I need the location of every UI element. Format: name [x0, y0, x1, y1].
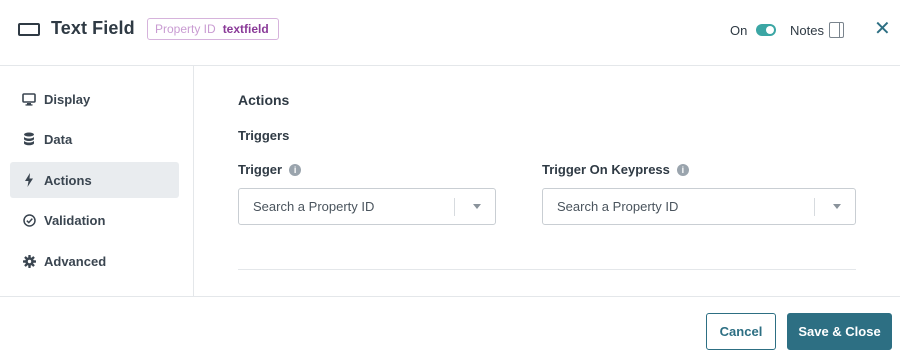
- info-icon[interactable]: i: [289, 163, 302, 176]
- lightning-icon: [22, 173, 36, 187]
- sidebar-item-validation[interactable]: Validation: [10, 202, 179, 238]
- section-title: Actions: [238, 92, 290, 108]
- select-divider: [814, 198, 815, 216]
- trigger-on-keypress-select[interactable]: Search a Property ID: [542, 188, 856, 225]
- check-circle-icon: [22, 213, 36, 227]
- trigger-on-keypress-label-text: Trigger On Keypress: [542, 162, 670, 177]
- property-id-badge: Property ID textfield: [147, 18, 279, 40]
- modal-footer: Cancel Save & Close: [0, 296, 900, 361]
- sidebar-item-data[interactable]: Data: [10, 121, 179, 157]
- sidebar-item-display[interactable]: Display: [10, 81, 179, 117]
- notes-panel-icon[interactable]: [829, 22, 844, 38]
- select-divider: [454, 198, 455, 216]
- trigger-select-placeholder: Search a Property ID: [253, 199, 375, 214]
- property-id-value: textfield: [222, 22, 269, 36]
- modal-title: Text Field: [51, 18, 135, 38]
- sidebar-item-label: Validation: [44, 212, 106, 228]
- property-id-label: Property ID: [155, 22, 216, 36]
- chevron-down-icon[interactable]: [473, 204, 481, 209]
- section-divider: [238, 269, 856, 270]
- sidebar-item-actions[interactable]: Actions: [10, 162, 179, 198]
- close-icon[interactable]: ✕: [874, 19, 891, 39]
- trigger-select[interactable]: Search a Property ID: [238, 188, 496, 225]
- settings-sidebar: Display Data Actions Validation Advanced: [0, 66, 194, 296]
- database-icon: [22, 132, 36, 146]
- trigger-label: Trigger i: [238, 162, 302, 177]
- chevron-down-icon[interactable]: [833, 204, 841, 209]
- actions-panel: Actions Triggers Trigger i Search a Prop…: [195, 66, 900, 296]
- sidebar-item-label: Advanced: [44, 253, 107, 269]
- triggers-heading: Triggers: [238, 128, 290, 143]
- cancel-button[interactable]: Cancel: [706, 313, 776, 350]
- notes-toggle[interactable]: [756, 24, 776, 36]
- notes-on-label: On: [730, 23, 748, 38]
- sidebar-item-label: Display: [44, 91, 91, 107]
- sidebar-item-label: Data: [44, 131, 73, 147]
- sidebar-item-label: Actions: [44, 172, 92, 188]
- trigger-on-keypress-label: Trigger On Keypress i: [542, 162, 689, 177]
- notes-label: Notes: [790, 23, 824, 38]
- modal-header: Text Field Property ID textfield On Note…: [0, 0, 900, 66]
- trigger-on-keypress-select-placeholder: Search a Property ID: [557, 199, 679, 214]
- gear-icon: [22, 254, 36, 268]
- save-and-close-button[interactable]: Save & Close: [787, 313, 892, 350]
- monitor-icon: [22, 92, 36, 106]
- trigger-label-text: Trigger: [238, 162, 283, 177]
- info-icon[interactable]: i: [676, 163, 689, 176]
- text-field-icon: [18, 23, 40, 36]
- sidebar-item-advanced[interactable]: Advanced: [10, 243, 179, 279]
